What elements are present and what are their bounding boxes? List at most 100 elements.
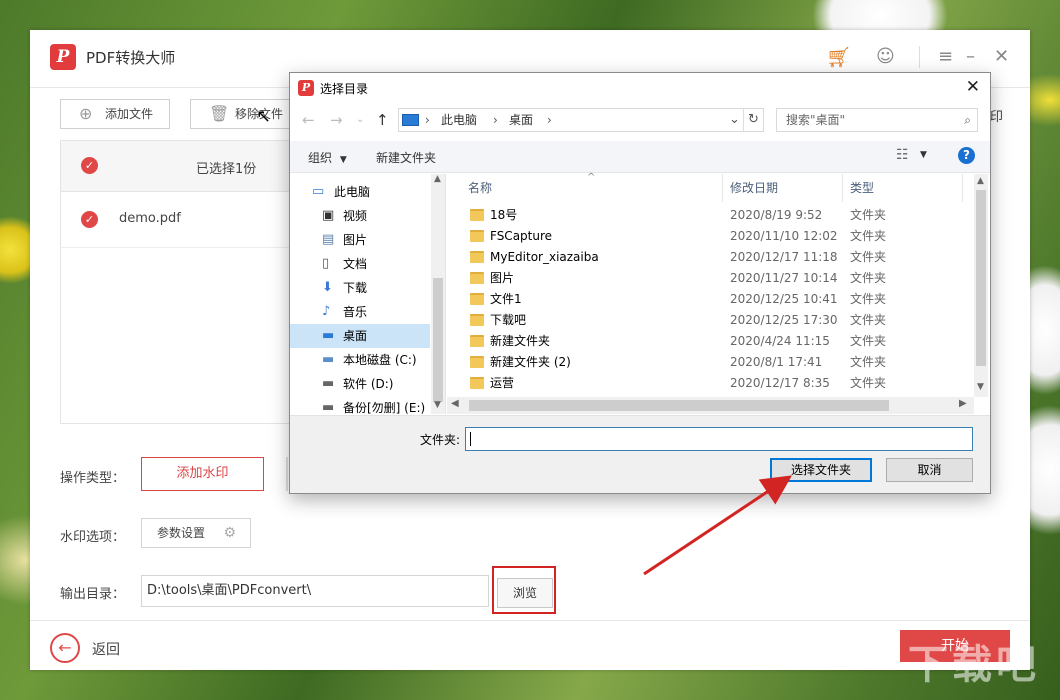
file-name: demo.pdf bbox=[119, 211, 181, 226]
tree-item-label: 备份[勿删] (E:) bbox=[343, 401, 426, 414]
tree-item-music[interactable]: ♪ 音乐 bbox=[290, 300, 430, 324]
up-nav-icon[interactable]: ↑ bbox=[376, 109, 389, 133]
tree-item-documents[interactable]: ▯ 文档 bbox=[290, 252, 430, 276]
computer-icon: ▭ bbox=[312, 184, 325, 199]
bottom-bar bbox=[30, 620, 1030, 670]
selected-count: 已选择1份 bbox=[196, 162, 257, 177]
drive-c-icon: ▬ bbox=[322, 352, 335, 367]
param-settings-button[interactable]: 参数设置 ⚙ bbox=[141, 518, 251, 548]
new-folder-button[interactable]: 新建文件夹 bbox=[376, 149, 436, 166]
scroll-right-icon[interactable]: ▶ bbox=[959, 398, 967, 409]
tree-item-desktop[interactable]: ▬ 桌面 bbox=[290, 324, 430, 348]
output-label: 输出目录： bbox=[60, 587, 126, 602]
add-circle-icon: ⊕ bbox=[79, 104, 93, 123]
folder-icon bbox=[470, 356, 484, 368]
file-name: FSCapture bbox=[490, 229, 553, 243]
list-item[interactable]: FSCapture 2020/11/10 12:02 文件夹 bbox=[462, 226, 974, 247]
file-type: 文件夹 bbox=[850, 313, 887, 327]
row-checkbox[interactable]: ✓ bbox=[81, 211, 98, 228]
file-name: 运营 bbox=[490, 376, 515, 390]
addr-root[interactable]: 此电脑 bbox=[441, 109, 477, 131]
tree-item-videos[interactable]: ▣ 视频 bbox=[290, 204, 430, 228]
list-item[interactable]: 图片 2020/11/27 10:14 文件夹 bbox=[462, 268, 974, 289]
title-divider bbox=[919, 46, 920, 68]
view-dropdown-icon[interactable]: ▼ bbox=[920, 150, 927, 160]
tree-item-drive-c[interactable]: ▬ 本地磁盘 (C:) bbox=[290, 348, 430, 372]
scroll-up-icon[interactable]: ▲ bbox=[434, 174, 441, 184]
list-item[interactable]: 新建文件夹 2020/4/24 11:15 文件夹 bbox=[462, 331, 974, 352]
back-nav-icon[interactable]: ← bbox=[302, 109, 315, 133]
scroll-up-icon[interactable]: ▲ bbox=[977, 176, 984, 186]
view-options-icon[interactable]: ☷ bbox=[896, 147, 909, 163]
list-item[interactable]: 文件1 2020/12/25 10:41 文件夹 bbox=[462, 289, 974, 310]
menu-icon[interactable]: ≡ bbox=[938, 46, 953, 68]
tree-item-pictures[interactable]: ▤ 图片 bbox=[290, 228, 430, 252]
list-item[interactable]: 18号 2020/8/19 9:52 文件夹 bbox=[462, 205, 974, 226]
user-icon[interactable]: ☺ bbox=[876, 46, 895, 68]
address-bar[interactable]: › 此电脑 › 桌面 › ⌄ ↻ bbox=[398, 108, 764, 132]
search-input[interactable]: 搜索"桌面" ⌕ bbox=[776, 108, 978, 132]
dialog-close-icon[interactable]: ✕ bbox=[966, 77, 980, 97]
forward-nav-icon[interactable]: → bbox=[330, 109, 343, 133]
file-list-scrollbar[interactable]: ▲ ▼ bbox=[974, 174, 988, 397]
file-type: 文件夹 bbox=[850, 355, 887, 369]
search-icon[interactable]: ⌕ bbox=[964, 109, 971, 131]
tree-item-drive-d[interactable]: ▬ 软件 (D:) bbox=[290, 372, 430, 396]
scroll-down-icon[interactable]: ▼ bbox=[434, 400, 441, 410]
recent-dropdown-icon[interactable]: ⌄ bbox=[356, 109, 364, 133]
back-button[interactable]: 返回 bbox=[92, 639, 120, 659]
addr-dropdown-icon[interactable]: ⌄ bbox=[729, 109, 740, 131]
organize-dropdown-icon: ▼ bbox=[339, 155, 347, 165]
tree-item-drive-e[interactable]: ▬ 备份[勿删] (E:) bbox=[290, 396, 430, 414]
list-item[interactable]: 下载吧 2020/12/25 17:30 文件夹 bbox=[462, 310, 974, 331]
hscroll-thumb[interactable] bbox=[469, 400, 889, 411]
col-type[interactable]: 类型 bbox=[843, 174, 963, 202]
remove-file-button[interactable]: 🗑︎ 移除文件 bbox=[190, 99, 290, 129]
scroll-down-icon[interactable]: ▼ bbox=[977, 382, 984, 392]
tree-scrollbar[interactable]: ▲ ▼ bbox=[431, 174, 445, 414]
tree-item-label: 音乐 bbox=[343, 305, 368, 319]
list-item[interactable]: 运营 2020/12/17 8:35 文件夹 bbox=[462, 373, 974, 394]
close-icon[interactable]: ✕ bbox=[994, 46, 1009, 68]
file-list-hscrollbar[interactable]: ◀ ▶ bbox=[447, 397, 974, 414]
music-icon: ♪ bbox=[322, 304, 331, 319]
col-size-truncated[interactable] bbox=[963, 174, 973, 202]
list-item[interactable]: MyEditor_xiazaiba 2020/12/17 11:18 文件夹 bbox=[462, 247, 974, 268]
tree-item-downloads[interactable]: ⬇ 下载 bbox=[290, 276, 430, 300]
tree-item-this-pc[interactable]: ▭ 此电脑 bbox=[290, 180, 430, 204]
folder-icon bbox=[470, 377, 484, 389]
cart-icon[interactable]: 🛒︎ bbox=[826, 46, 851, 68]
sort-up-icon: ^ bbox=[587, 172, 596, 183]
folder-input[interactable] bbox=[465, 427, 973, 451]
file-type: 文件夹 bbox=[850, 250, 887, 264]
help-icon[interactable]: ? bbox=[958, 147, 975, 164]
op-type-next-button-edge bbox=[286, 457, 288, 491]
addr-chevron-icon: › bbox=[425, 113, 430, 127]
wm-options-label: 水印选项： bbox=[60, 530, 126, 545]
navigation-tree: ▭ 此电脑 ▣ 视频 ▤ 图片 ▯ 文档 ⬇ 下载 ♪ 音乐 ▬ 桌面 ▬ 本地 bbox=[290, 174, 446, 414]
app-title: PDF转换大师 bbox=[86, 49, 176, 67]
cancel-button[interactable]: 取消 bbox=[886, 458, 973, 482]
minimize-icon[interactable]: – bbox=[966, 46, 975, 68]
refresh-icon[interactable]: ↻ bbox=[748, 109, 759, 131]
browse-highlight-box bbox=[492, 566, 556, 614]
trash-icon: 🗑︎ bbox=[209, 104, 230, 123]
organize-button[interactable]: 组织 ▼ bbox=[308, 149, 347, 166]
tree-item-label: 此电脑 bbox=[334, 185, 371, 199]
select-folder-button[interactable]: 选择文件夹 bbox=[770, 458, 872, 482]
file-date: 2020/12/25 10:41 bbox=[730, 292, 838, 306]
select-all-checkbox[interactable]: ✓ bbox=[81, 157, 98, 174]
list-item[interactable]: 新建文件夹 (2) 2020/8/1 17:41 文件夹 bbox=[462, 352, 974, 373]
add-file-button[interactable]: ⊕ 添加文件 bbox=[60, 99, 170, 129]
output-path-input[interactable]: D:\tools\桌面\PDFconvert\ bbox=[141, 575, 489, 607]
file-name: 新建文件夹 (2) bbox=[490, 355, 571, 369]
file-list-scroll-thumb[interactable] bbox=[976, 190, 986, 366]
folder-icon bbox=[470, 209, 484, 221]
file-name: 18号 bbox=[490, 208, 518, 222]
addr-current[interactable]: 桌面 bbox=[509, 109, 533, 131]
add-watermark-button[interactable]: 添加水印 bbox=[141, 457, 264, 491]
scroll-left-icon[interactable]: ◀ bbox=[451, 398, 459, 409]
tree-scroll-thumb[interactable] bbox=[433, 278, 443, 402]
col-date[interactable]: 修改日期 bbox=[723, 174, 843, 202]
back-arrow-icon[interactable]: ← bbox=[50, 633, 80, 663]
